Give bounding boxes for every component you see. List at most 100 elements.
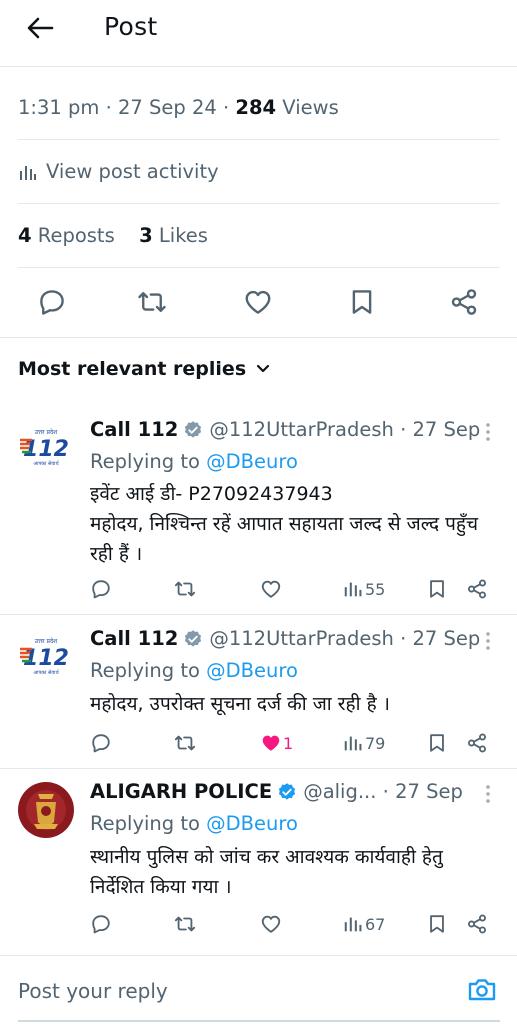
replying-to-handle[interactable]: @DBeuro xyxy=(206,450,298,473)
bookmark-icon xyxy=(352,290,372,314)
author-name[interactable]: Call 112 xyxy=(90,418,178,441)
reply-action-like[interactable]: 1 xyxy=(260,729,293,757)
reply-sort-dropdown[interactable]: Most relevant replies xyxy=(18,358,270,380)
reply-icon xyxy=(92,734,110,753)
analytics-icon xyxy=(344,917,362,932)
reply-text: स्थानीय पुलिस को जांच कर आवश्यक कार्यवाह… xyxy=(90,842,495,902)
reply-action-bookmark[interactable] xyxy=(426,729,448,757)
replying-to-handle[interactable]: @DBeuro xyxy=(206,812,298,835)
reply-button[interactable] xyxy=(34,284,70,320)
author-handle[interactable]: @112UttarPradesh xyxy=(209,627,394,650)
reply-action-like[interactable] xyxy=(260,910,282,938)
replying-to: Replying to @DBeuro xyxy=(90,659,298,682)
engagement-counts: 4 Reposts 3 Likes xyxy=(18,224,208,247)
replying-to-handle[interactable]: @DBeuro xyxy=(206,659,298,682)
divider xyxy=(0,66,517,67)
repost-button[interactable] xyxy=(134,284,170,320)
reply-sort-label: Most relevant replies xyxy=(18,358,247,380)
verified-badge-icon xyxy=(185,420,202,438)
likes-label: Likes xyxy=(158,224,208,247)
reply-action-views[interactable]: 55 xyxy=(342,575,385,603)
reposts-count: 4 xyxy=(18,224,32,247)
post-date: 27 Sep 24 xyxy=(117,96,217,119)
reply-icon xyxy=(40,290,64,315)
divider xyxy=(18,139,500,140)
more-options-button[interactable] xyxy=(478,782,498,806)
avatar[interactable] xyxy=(18,782,74,838)
more-options-button[interactable] xyxy=(478,629,498,653)
share-icon xyxy=(451,289,477,315)
heart-icon xyxy=(261,580,281,598)
reply-action-reply[interactable] xyxy=(90,729,112,757)
author-handle[interactable]: @112UttarPradesh xyxy=(209,418,394,441)
post-time: 1:31 pm xyxy=(18,96,100,119)
svg-text:उत्तर प्रदेश: उत्तर प्रदेश xyxy=(35,428,58,436)
verified-badge-icon xyxy=(279,782,296,800)
reply-header: ALIGARH POLICE @alig... · 27 Sep xyxy=(90,780,463,803)
analytics-icon xyxy=(344,736,362,751)
bookmark-icon xyxy=(430,580,444,598)
avatar[interactable]: उत्तर प्रदेश 112 आपका सेवार्थ xyxy=(18,418,74,474)
camera-button[interactable] xyxy=(466,974,498,1006)
replying-to-label: Replying to xyxy=(90,659,200,682)
like-button[interactable] xyxy=(240,284,276,320)
reply-header: Call 112 @112UttarPradesh · 27 Sep xyxy=(90,627,481,650)
divider xyxy=(0,768,517,769)
reply-action-reply[interactable] xyxy=(90,910,112,938)
reply-action-share[interactable] xyxy=(466,729,488,757)
svg-text:आपका सेवार्थ: आपका सेवार्थ xyxy=(33,669,59,676)
reply-text-line: स्थानीय पुलिस को जांच कर आवश्यक कार्यवाह… xyxy=(90,846,443,898)
arrow-left-icon xyxy=(27,17,54,39)
view-post-activity-label: View post activity xyxy=(46,160,219,183)
camera-icon xyxy=(468,979,496,1001)
reply-action-bookmark[interactable] xyxy=(426,910,448,938)
more-vertical-icon xyxy=(486,632,490,650)
more-vertical-icon xyxy=(486,423,490,441)
reply-text-line: महोदय, उपरोक्त सूचना दर्ज की जा रही है । xyxy=(90,693,390,715)
reply-action-share[interactable] xyxy=(466,910,488,938)
reply-action-share[interactable] xyxy=(466,575,488,603)
police-emblem-logo xyxy=(18,782,74,838)
reply-action-views[interactable]: 79 xyxy=(342,729,385,757)
analytics-icon xyxy=(344,582,362,597)
back-button[interactable] xyxy=(22,12,58,44)
reply-action-reply[interactable] xyxy=(90,575,112,603)
reply-action-repost[interactable] xyxy=(174,575,196,603)
likes-link[interactable]: 3 Likes xyxy=(139,224,208,247)
reply-input[interactable]: Post your reply xyxy=(18,979,168,1003)
page-title: Post xyxy=(104,12,158,41)
reposts-label: Reposts xyxy=(37,224,115,247)
replying-to: Replying to @DBeuro xyxy=(90,812,298,835)
repost-icon xyxy=(174,916,196,932)
views-count: 79 xyxy=(365,733,386,753)
view-post-activity-link[interactable]: View post activity xyxy=(18,160,219,183)
reply-action-views[interactable]: 67 xyxy=(342,910,385,938)
divider xyxy=(0,614,517,615)
call112-logo: उत्तर प्रदेश 112 आपका सेवार्थ xyxy=(20,637,69,676)
replying-to-label: Replying to xyxy=(90,812,200,835)
author-name[interactable]: Call 112 xyxy=(90,627,178,650)
avatar[interactable]: उत्तर प्रदेश 112 आपका सेवार्थ xyxy=(18,627,74,683)
views-label: Views xyxy=(282,96,339,119)
share-icon xyxy=(468,733,486,753)
reposts-link[interactable]: 4 Reposts xyxy=(18,224,121,247)
views-count: 55 xyxy=(365,579,386,599)
author-name[interactable]: ALIGARH POLICE xyxy=(90,780,272,803)
reply-action-like[interactable] xyxy=(260,575,282,603)
views-count: 67 xyxy=(365,914,386,934)
reply-action-bookmark[interactable] xyxy=(426,575,448,603)
bookmark-icon xyxy=(430,734,444,752)
reply-action-repost[interactable] xyxy=(174,910,196,938)
heart-icon xyxy=(245,290,271,314)
repost-icon xyxy=(138,292,166,312)
divider xyxy=(0,337,517,338)
reply-action-repost[interactable] xyxy=(174,729,196,757)
share-button[interactable] xyxy=(446,284,482,320)
more-options-button[interactable] xyxy=(478,420,498,444)
reply-text-line: महोदय, निश्चिन्त रहें आपात सहायता जल्द स… xyxy=(90,513,479,565)
chevron-down-icon xyxy=(257,364,270,373)
author-handle[interactable]: @alig... xyxy=(303,780,376,803)
bookmark-button[interactable] xyxy=(344,284,380,320)
reply-header: Call 112 @112UttarPradesh · 27 Sep xyxy=(90,418,481,441)
replying-to-label: Replying to xyxy=(90,450,200,473)
